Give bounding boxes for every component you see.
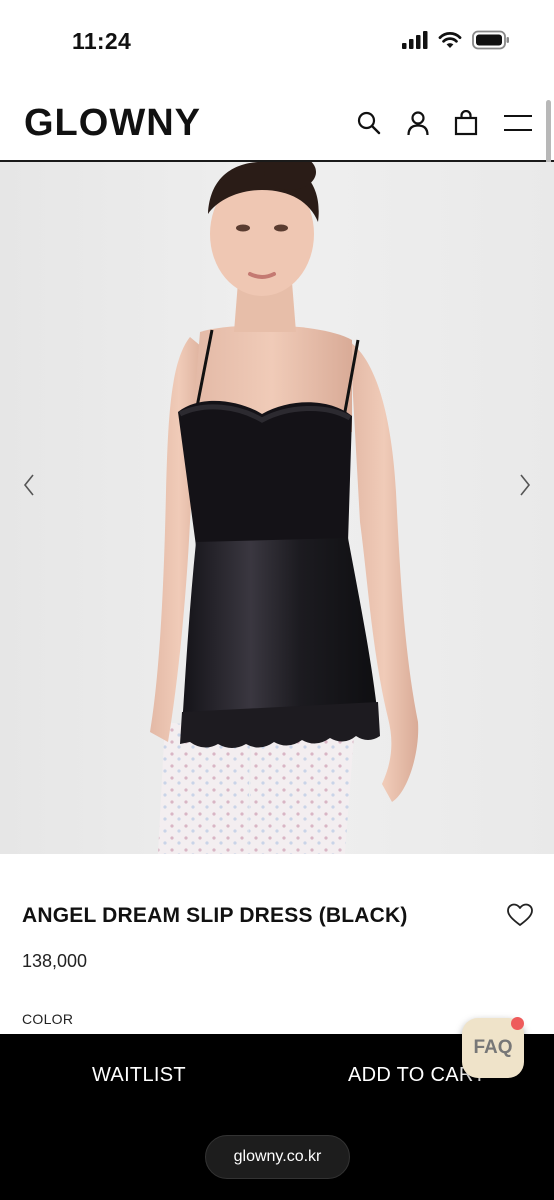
product-photo — [0, 162, 554, 854]
product-info: ANGEL DREAM SLIP DRESS (BLACK) 138,000 C… — [0, 854, 554, 1034]
color-label: COLOR — [22, 1011, 74, 1027]
browser-url-bar[interactable]: glowny.co.kr — [205, 1135, 350, 1179]
status-icons — [402, 30, 510, 50]
chevron-left-icon — [23, 474, 34, 496]
faq-label: FAQ — [473, 1037, 513, 1058]
account-button[interactable] — [403, 108, 433, 138]
waitlist-button[interactable]: WAITLIST — [92, 1064, 186, 1087]
product-image-carousel[interactable] — [0, 162, 554, 854]
url-text: glowny.co.kr — [233, 1148, 322, 1165]
wifi-icon — [438, 32, 462, 48]
product-price: 138,000 — [22, 951, 88, 971]
carousel-next-button[interactable] — [510, 470, 540, 500]
status-time: 11:24 — [72, 28, 132, 54]
user-icon — [407, 111, 429, 136]
wishlist-button[interactable] — [506, 902, 534, 928]
search-icon — [357, 111, 381, 135]
search-button[interactable] — [354, 108, 384, 138]
carousel-prev-button[interactable] — [14, 470, 44, 500]
menu-button[interactable] — [502, 108, 534, 138]
product-name: ANGEL DREAM SLIP DRESS (BLACK) — [22, 904, 408, 927]
notification-dot — [511, 1017, 524, 1030]
faq-button[interactable]: FAQ — [462, 1017, 524, 1078]
site-header: GLOWNY — [0, 84, 554, 162]
site-logo[interactable]: GLOWNY — [24, 102, 201, 145]
heart-icon — [507, 903, 533, 926]
status-bar: 11:24 — [0, 0, 554, 84]
menu-icon — [504, 115, 532, 131]
chevron-right-icon — [520, 474, 531, 496]
cart-button[interactable] — [451, 108, 481, 138]
battery-icon — [472, 30, 509, 50]
signal-icon — [402, 31, 428, 49]
bag-icon — [454, 110, 478, 136]
